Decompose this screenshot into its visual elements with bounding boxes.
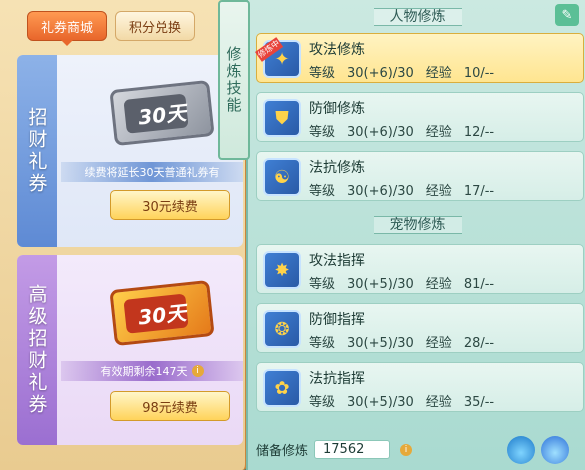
premium-coupon-title: 高级招财礼券 bbox=[17, 255, 57, 445]
skill-stats: 等级 30(+6)/30 经验 10/-- bbox=[309, 66, 495, 81]
defense-icon: ⛊ bbox=[263, 99, 301, 137]
renew-30-button[interactable]: 30元续费 bbox=[110, 190, 230, 220]
skill-row[interactable]: ⛊ 防御修炼 等级 30(+6)/30 经验 12/-- bbox=[256, 92, 584, 142]
paw-resist-icon: ✿ bbox=[263, 369, 301, 407]
skill-name: 法抗修炼 bbox=[309, 160, 365, 176]
skill-stats: 等级 30(+6)/30 经验 12/-- bbox=[309, 125, 495, 140]
premium-coupon-card: 高级招财礼券 30天 有效期剩余147天 i 98元续费 bbox=[17, 255, 243, 445]
paw-attack-icon: ✸ bbox=[263, 251, 301, 289]
skill-row[interactable]: ❂ 防御指挥 等级 30(+5)/30 经验 28/-- bbox=[256, 303, 584, 353]
cultivation-panel: ✎ 人物修炼 ✦ 修炼中 攻法修炼 等级 30(+6)/30 经验 10/-- ⛊ 防… bbox=[246, 0, 585, 470]
premium-ticket-icon: 30天 bbox=[109, 279, 215, 347]
info-icon[interactable]: i bbox=[191, 365, 204, 377]
shop-panel: 礼券商城 积分兑换 招财礼券 30天 续费将延长30天普通礼券有 30元续费 高… bbox=[0, 0, 248, 470]
ticket-icon: 30天 bbox=[109, 79, 215, 147]
skill-name: 防御指挥 bbox=[309, 312, 365, 328]
coupon-title: 招财礼券 bbox=[17, 55, 57, 247]
skill-name: 防御修炼 bbox=[309, 101, 365, 117]
info-icon[interactable]: i bbox=[400, 443, 413, 456]
paw-defense-icon: ❂ bbox=[263, 310, 301, 348]
potion-icon[interactable] bbox=[507, 436, 535, 464]
coupon-card: 招财礼券 30天 续费将延长30天普通礼券有 30元续费 bbox=[17, 55, 243, 247]
skill-stats: 等级 30(+5)/30 经验 28/-- bbox=[309, 336, 495, 351]
skill-row[interactable]: ✸ 攻法指挥 等级 30(+5)/30 经验 81/-- bbox=[256, 244, 584, 294]
reserve-value: 17562 bbox=[314, 440, 391, 459]
skill-name: 攻法修炼 bbox=[309, 42, 365, 58]
skill-row[interactable]: ☯ 法抗修炼 等级 30(+6)/30 经验 17/-- bbox=[256, 151, 584, 201]
reserve-bar: 储备修炼 17562 i bbox=[256, 440, 413, 459]
person-cultivation-title: 人物修炼 bbox=[248, 6, 585, 26]
tab-points-exchange[interactable]: 积分兑换 bbox=[115, 11, 195, 41]
skill-stats: 等级 30(+5)/30 经验 81/-- bbox=[309, 277, 495, 292]
skill-name: 攻法指挥 bbox=[309, 253, 365, 269]
tab-cultivation-skills[interactable]: 修炼技能 bbox=[218, 0, 250, 160]
resistance-icon: ☯ bbox=[263, 158, 301, 196]
coupon-info: 续费将延长30天普通礼券有 bbox=[61, 162, 243, 182]
tab-coupon-shop[interactable]: 礼券商城 bbox=[27, 11, 107, 41]
skill-name: 法抗指挥 bbox=[309, 371, 365, 387]
skill-stats: 等级 30(+6)/30 经验 17/-- bbox=[309, 184, 495, 199]
skill-row[interactable]: ✿ 法抗指挥 等级 30(+5)/30 经验 35/-- bbox=[256, 362, 584, 412]
skill-row[interactable]: ✦ 修炼中 攻法修炼 等级 30(+6)/30 经验 10/-- bbox=[255, 33, 584, 83]
shop-tabs: 礼券商城 积分兑换 bbox=[27, 11, 195, 41]
flame-icon[interactable] bbox=[541, 436, 569, 464]
skill-stats: 等级 30(+5)/30 经验 35/-- bbox=[309, 395, 495, 410]
renew-98-button[interactable]: 98元续费 bbox=[110, 391, 230, 421]
pet-cultivation-title: 宠物修炼 bbox=[248, 214, 585, 234]
reserve-label: 储备修炼 bbox=[256, 444, 309, 459]
premium-coupon-info: 有效期剩余147天 i bbox=[61, 361, 243, 381]
